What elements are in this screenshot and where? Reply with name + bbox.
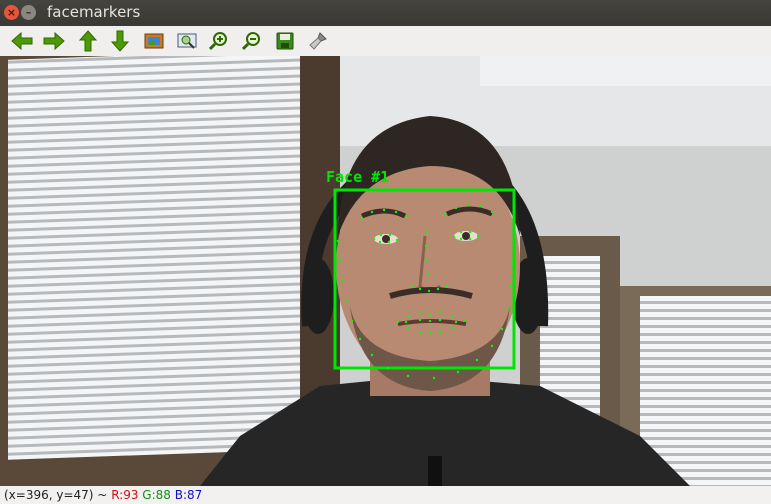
pan-left-button[interactable]: [10, 29, 34, 53]
green-value: G:88: [142, 488, 171, 502]
webcam-frame: Face #1: [0, 56, 771, 486]
minimize-window-button[interactable]: –: [21, 5, 36, 20]
image-viewport[interactable]: Face #1: [0, 56, 771, 486]
fit-image-button[interactable]: [142, 29, 166, 53]
pan-up-button[interactable]: [76, 29, 100, 53]
face-label: Face #1: [326, 168, 389, 186]
right-arrow-icon: [43, 31, 65, 51]
fit-image-icon: [144, 33, 164, 49]
up-arrow-icon: [78, 30, 98, 52]
close-window-button[interactable]: ×: [4, 5, 19, 20]
status-bar: (x=396, y=47) ~ R:93 G:88 B:87: [0, 486, 771, 504]
zoom-in-icon: [209, 32, 227, 51]
toolbar: [0, 26, 771, 57]
red-value: R:93: [111, 488, 139, 502]
zoom-select-icon: [177, 33, 197, 49]
pan-right-button[interactable]: [42, 29, 66, 53]
title-bar: × – facemarkers: [0, 0, 771, 26]
zoom-in-button[interactable]: [207, 29, 231, 53]
window-title: facemarkers: [47, 3, 141, 21]
left-window-blinds: [8, 56, 318, 460]
down-arrow-icon: [110, 30, 130, 52]
cursor-coordinates: (x=396, y=47) ~: [4, 488, 108, 502]
properties-brush-icon: [309, 32, 327, 50]
pan-down-button[interactable]: [108, 29, 132, 53]
blue-value: B:87: [174, 488, 203, 502]
zoom-out-button[interactable]: [240, 29, 264, 53]
zoom-select-button[interactable]: [175, 29, 199, 53]
properties-button[interactable]: [306, 29, 330, 53]
save-icon: [276, 32, 294, 50]
left-arrow-icon: [11, 31, 33, 51]
save-button[interactable]: [273, 29, 297, 53]
zoom-out-icon: [242, 32, 260, 51]
